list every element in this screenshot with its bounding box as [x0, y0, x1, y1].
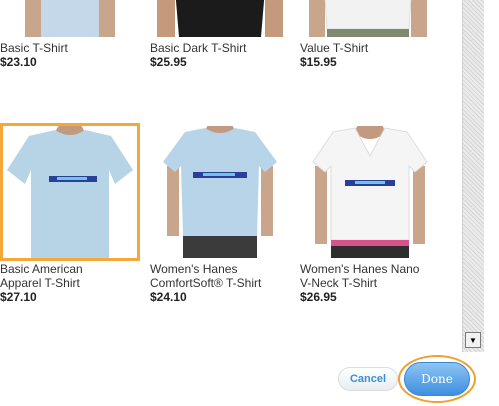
- product-thumbnail-selected[interactable]: [0, 123, 140, 261]
- product-grid: Basic T-Shirt $23.10 Basic Dark T-Shirt …: [0, 0, 462, 352]
- product-card-womens-hanes-nano-vneck[interactable]: Women's Hanes Nano V-Neck T-Shirt $26.95: [300, 123, 440, 304]
- vertical-scrollbar[interactable]: ▼: [462, 0, 484, 352]
- product-name: Basic Dark T-Shirt: [150, 41, 247, 55]
- product-thumbnail[interactable]: [300, 123, 440, 261]
- tshirt-image: [309, 0, 427, 37]
- product-price: $25.95: [150, 55, 187, 69]
- tshirt-image: [312, 126, 428, 258]
- product-thumbnail[interactable]: [150, 0, 290, 40]
- tshirt-image: [25, 0, 115, 37]
- product-name: Women's Hanes Nano V-Neck T-Shirt: [300, 262, 420, 290]
- product-thumbnail[interactable]: [300, 0, 440, 40]
- product-thumbnail[interactable]: [0, 0, 140, 40]
- product-picker-dialog: Basic T-Shirt $23.10 Basic Dark T-Shirt …: [0, 0, 499, 406]
- product-price: $26.95: [300, 290, 337, 304]
- product-name: Value T-Shirt: [300, 41, 369, 55]
- tshirt-image: [163, 126, 277, 258]
- product-price: $24.10: [150, 290, 187, 304]
- product-card-basic-american-apparel-tshirt[interactable]: Basic American Apparel T-Shirt $27.10: [0, 123, 140, 304]
- product-name: Basic American Apparel T-Shirt: [0, 262, 83, 290]
- product-price: $15.95: [300, 55, 337, 69]
- product-name: Basic T-Shirt: [0, 41, 68, 55]
- done-button[interactable]: Done: [404, 362, 470, 396]
- cancel-button[interactable]: Cancel: [338, 367, 398, 391]
- product-price: $23.10: [0, 55, 37, 69]
- product-thumbnail[interactable]: [150, 123, 290, 261]
- product-price: $27.10: [0, 290, 37, 304]
- product-card-value-tshirt[interactable]: Value T-Shirt $15.95: [300, 0, 440, 69]
- tshirt-image: [157, 0, 283, 37]
- product-card-womens-hanes-comfortsoft[interactable]: Women's Hanes ComfortSoft® T-Shirt $24.1…: [150, 123, 290, 304]
- scroll-down-arrow-icon[interactable]: ▼: [465, 332, 481, 348]
- product-card-basic-tshirt[interactable]: Basic T-Shirt $23.10: [0, 0, 140, 69]
- tshirt-image: [7, 126, 133, 258]
- product-card-basic-dark-tshirt[interactable]: Basic Dark T-Shirt $25.95: [150, 0, 290, 69]
- product-name: Women's Hanes ComfortSoft® T-Shirt: [150, 262, 262, 290]
